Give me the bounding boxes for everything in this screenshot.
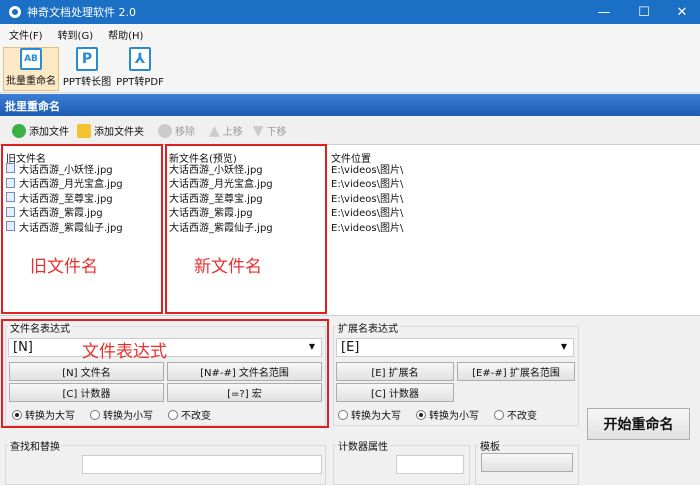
start-rename-button[interactable]: 开始重命名 xyxy=(587,408,690,440)
cell-location: E:\videos\图片\ xyxy=(331,164,404,176)
ext-expression-label: 扩展名表达式 xyxy=(336,320,400,335)
insert-ext-range-button[interactable]: [E#-#] 扩展名范围 xyxy=(457,362,575,381)
cell-location: E:\videos\图片\ xyxy=(331,193,404,205)
cell-location: E:\videos\图片\ xyxy=(331,179,404,191)
find-input[interactable] xyxy=(82,455,322,474)
minimize-button[interactable]: — xyxy=(586,0,622,24)
radio-icon xyxy=(338,409,348,420)
title-bar: 神奇文档处理软件 2.0 — ☐ ✕ xyxy=(0,0,700,24)
table-row[interactable]: E:\videos\图片\ xyxy=(325,219,700,234)
radio-icon xyxy=(494,409,504,420)
ppt-to-pdf-tool[interactable]: ⅄ PPT转PDF xyxy=(116,47,164,91)
annotation-new: 新文件名 xyxy=(194,257,262,277)
template-label: 模板 xyxy=(478,438,502,453)
table-row[interactable]: E:\videos\图片\ xyxy=(325,205,700,220)
table-row[interactable]: E:\videos\图片\ xyxy=(325,176,700,191)
batch-rename-tool[interactable]: AB 批量重命名 xyxy=(3,47,59,91)
arrow-up-icon: ▲ xyxy=(209,122,220,139)
highlight-box xyxy=(1,319,329,428)
menu-bar: 文件(F) 转到(G) 帮助(H) xyxy=(0,24,700,44)
menu-file[interactable]: 文件(F) xyxy=(9,27,43,42)
window-title: 神奇文档处理软件 2.0 xyxy=(27,6,136,19)
move-down-button[interactable]: ▼ 下移 xyxy=(253,123,287,139)
add-folder-button[interactable]: 添加文件夹 xyxy=(77,123,144,138)
radio-icon xyxy=(416,409,426,420)
tool-label: 批量重命名 xyxy=(6,76,56,87)
section-header: 批里重命名 xyxy=(0,94,700,116)
add-file-icon xyxy=(12,123,26,138)
cell-location: E:\videos\图片\ xyxy=(331,208,404,220)
ppt-to-image-tool[interactable]: P PPT转长图 xyxy=(61,47,113,91)
maximize-button[interactable]: ☐ xyxy=(626,0,662,24)
tool-label: PPT转PDF xyxy=(116,77,164,88)
menu-goto[interactable]: 转到(G) xyxy=(58,27,94,42)
insert-ext-counter-button[interactable]: [C] 计数器 xyxy=(336,383,454,402)
find-replace-label: 查找和替换 xyxy=(8,438,62,453)
label: 转换为大写 xyxy=(351,411,401,422)
table-row[interactable]: E:\videos\图片\ xyxy=(325,190,700,205)
ext-keep-radio[interactable]: 不改变 xyxy=(494,407,537,422)
insert-ext-button[interactable]: [E] 扩展名 xyxy=(336,362,454,381)
app-icon xyxy=(9,6,21,18)
menu-help[interactable]: 帮助(H) xyxy=(108,27,143,42)
tool-label: PPT转长图 xyxy=(62,77,112,88)
cell-location: E:\videos\图片\ xyxy=(331,222,404,234)
label: 添加文件 xyxy=(29,127,69,138)
label: 上移 xyxy=(222,127,243,138)
rename-icon: AB xyxy=(20,48,42,70)
label: 转换为小写 xyxy=(429,411,479,422)
counter-label: 计数器属性 xyxy=(336,438,390,453)
close-button[interactable]: ✕ xyxy=(664,0,700,24)
column-header-location[interactable]: 文件位置 xyxy=(325,145,700,165)
move-up-button[interactable]: ▲ 上移 xyxy=(209,123,243,139)
add-file-button[interactable]: 添加文件 xyxy=(12,123,69,138)
ext-expression-combo[interactable]: [E] ▼ xyxy=(336,338,574,357)
load-template-button[interactable] xyxy=(481,453,573,472)
arrow-down-icon: ▼ xyxy=(252,122,264,139)
remove-button[interactable]: 移除 xyxy=(158,123,195,138)
action-toolbar: 添加文件 添加文件夹 移除 ▲ 上移 ▼ 下移 xyxy=(0,118,700,143)
label: 不改变 xyxy=(507,411,537,422)
counter-start-input[interactable] xyxy=(396,455,464,474)
label: 下移 xyxy=(266,127,287,138)
dropdown-arrow-icon: ▼ xyxy=(560,342,567,351)
ppt-icon: P xyxy=(76,47,98,71)
combo-value: [E] xyxy=(341,340,360,355)
location-column: 文件位置 E:\videos\图片\ E:\videos\图片\ E:\videos… xyxy=(325,145,700,234)
label: 移除 xyxy=(175,127,195,138)
highlight-box xyxy=(1,144,163,314)
ext-upper-radio[interactable]: 转换为大写 xyxy=(338,407,401,422)
add-folder-icon xyxy=(77,123,91,138)
label: 添加文件夹 xyxy=(94,127,144,138)
table-row[interactable]: E:\videos\图片\ xyxy=(325,161,700,176)
pdf-icon: ⅄ xyxy=(129,47,151,71)
ext-lower-radio[interactable]: 转换为小写 xyxy=(416,407,479,422)
main-toolbar: AB 批量重命名 P PPT转长图 ⅄ PPT转PDF xyxy=(0,44,700,93)
annotation-old: 旧文件名 xyxy=(30,257,98,277)
highlight-box xyxy=(165,144,327,314)
remove-icon xyxy=(158,123,172,138)
